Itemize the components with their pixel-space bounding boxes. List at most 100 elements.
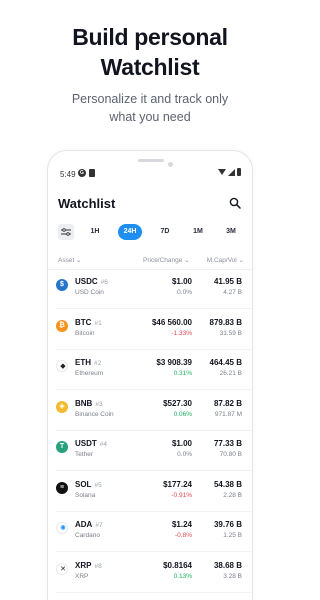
promo-title-line2: Watchlist	[100, 54, 200, 80]
symbol-text: BTC	[75, 317, 92, 327]
symbol-text: ADA	[75, 520, 93, 529]
sd-card-icon	[89, 169, 95, 177]
coin-market-cap: 77.33 B	[213, 439, 242, 448]
promo-subtitle-line2: what you need	[109, 110, 191, 124]
coin-change: 0.13%	[173, 572, 192, 580]
coin-price: $527.30	[163, 398, 192, 408]
coin-glyph: ≡	[59, 483, 65, 491]
coin-name: Tether	[75, 451, 94, 458]
coin-name: Ethereum	[75, 370, 104, 377]
coin-change: -1.33%	[171, 329, 192, 337]
coin-name: XRP	[75, 572, 89, 580]
coin-name: Cardano	[75, 532, 100, 539]
column-headers: Asset ⌄ Price/Change ⌄ M.Cap/Vol ⌄	[58, 256, 244, 266]
coin-market-cap: 54.38 B	[213, 479, 242, 489]
coin-price: $1.00	[171, 277, 192, 286]
coin-name: Binance Coin	[75, 410, 114, 418]
coin-row[interactable]: ✕ XRP #8 XRP $0.8164 0.13% 38.68 B 3.28 B	[48, 553, 252, 593]
coin-change: 0.31%	[173, 370, 192, 377]
coin-glyph: T	[59, 443, 65, 450]
coin-symbol: BNB #3	[75, 399, 103, 408]
coin-row[interactable]: ₿ BTC #1 Bitcoin $46 560.00 -1.33% 879.83 B 31.…	[48, 310, 252, 350]
coin-volume: 971.87 M	[214, 410, 242, 418]
sort-price-change[interactable]: Price/Change ⌄	[143, 256, 190, 264]
coin-change: 0.0%	[177, 451, 192, 458]
sol-icon: ≡	[56, 481, 68, 494]
btc-icon: ₿	[56, 319, 68, 332]
coin-volume: 70.80 B	[219, 451, 242, 458]
coin-volume: 26.21 B	[219, 370, 242, 377]
coin-name: USD Coin	[75, 289, 104, 296]
coin-glyph: ✕	[60, 565, 66, 573]
coin-change: 0.06%	[173, 410, 192, 418]
coin-price: $46 560.00	[151, 317, 192, 327]
coin-name: Solana	[75, 491, 96, 499]
coin-row[interactable]: ◈ BNB #3 Binance Coin $527.30 0.06% 87.82 B 971…	[48, 391, 252, 431]
coin-row[interactable]: T USDT #4 Tether $1.00 0.0% 77.33 B 70.80 B	[48, 431, 252, 471]
coin-market-cap: 39.76 B	[213, 520, 242, 529]
usdc-icon: $	[56, 279, 68, 291]
coin-volume: 3.28 B	[223, 572, 242, 580]
coin-market-cap: 464.45 B	[209, 358, 242, 367]
promo-title-line1: Build personal	[72, 24, 228, 50]
page-title: Watchlist	[58, 196, 116, 211]
bnb-icon: ◈	[56, 400, 68, 413]
coin-rank: #5	[94, 481, 102, 489]
coin-volume: 2.28 B	[223, 491, 242, 499]
coin-market-cap: 38.68 B	[213, 560, 242, 570]
coin-volume: 4.27 B	[223, 289, 242, 296]
coin-name: Bitcoin	[75, 329, 95, 337]
coin-change: -0.8%	[175, 532, 192, 539]
coin-rank: #2	[94, 360, 102, 367]
sort-asset[interactable]: Asset ⌄	[58, 256, 82, 264]
promo-subtitle-line1: Personalize it and track only	[71, 92, 229, 106]
coin-market-cap: 41.95 B	[213, 277, 242, 286]
coin-rank: #1	[94, 319, 102, 327]
usdt-icon: T	[56, 441, 68, 453]
coin-rank: #6	[100, 279, 108, 286]
coin-glyph: ◈	[59, 402, 65, 410]
coin-rank: #4	[99, 441, 108, 448]
coin-price: $0.8164	[163, 560, 192, 570]
tab-24h[interactable]: 24H	[118, 224, 142, 240]
filter-button[interactable]	[58, 224, 74, 240]
timeframe-tabs: 1H 24H 7D 1M 3M	[58, 224, 244, 240]
wifi-icon	[218, 169, 226, 175]
g-notification-icon: G	[78, 169, 86, 177]
sort-mcap-vol[interactable]: M.Cap/Vol ⌄	[207, 256, 244, 264]
sliders-icon	[61, 228, 71, 236]
phone-speaker	[138, 159, 164, 162]
coin-volume: 1.25 B	[223, 532, 242, 539]
tab-3m[interactable]: 3M	[221, 224, 241, 240]
symbol-text: ETH	[75, 358, 91, 367]
tab-7d[interactable]: 7D	[155, 224, 175, 240]
symbol-text: XRP	[75, 560, 92, 570]
coin-glyph: ₿	[59, 321, 65, 329]
xrp-icon: ✕	[56, 562, 68, 575]
coin-symbol: SOL #5	[75, 480, 102, 489]
coin-rank: #7	[95, 522, 103, 529]
coin-row[interactable]: $ USDC #6 USD Coin $1.00 0.0% 41.95 B 4.27 B	[48, 269, 252, 309]
coin-price: $1.24	[171, 520, 192, 529]
coin-symbol: BTC #1	[75, 318, 102, 327]
signal-icon	[228, 168, 235, 176]
tab-1m[interactable]: 1M	[188, 224, 208, 240]
phone-frame: 5:49 G Watchlist 1H 24H 7D 1M 3M Asset ⌄	[47, 150, 253, 600]
symbol-text: USDT	[75, 439, 97, 448]
battery-icon	[237, 168, 241, 176]
coin-price: $3 908.39	[156, 358, 192, 367]
coin-row[interactable]: ✺ ADA #7 Cardano $1.24 -0.8% 39.76 B 1.25 B	[48, 512, 252, 552]
coin-glyph: $	[60, 281, 64, 288]
coin-symbol: ETH #2	[75, 358, 101, 367]
coin-rank: #3	[95, 400, 103, 408]
phone-camera	[168, 162, 173, 167]
coin-volume: 31.59 B	[219, 329, 242, 337]
coin-glyph: ◆	[60, 363, 66, 370]
coin-symbol: USDT #4	[75, 439, 107, 448]
tab-1h[interactable]: 1H	[85, 224, 105, 240]
coin-change: 0.0%	[177, 289, 192, 296]
search-icon[interactable]	[229, 197, 241, 209]
coin-row[interactable]: ≡ SOL #5 Solana $177.24 -0.91% 54.38 B 2.28 B	[48, 472, 252, 512]
symbol-text: SOL	[75, 479, 92, 489]
coin-row[interactable]: ◆ ETH #2 Ethereum $3 908.39 0.31% 464.45 B 26.2…	[48, 350, 252, 390]
